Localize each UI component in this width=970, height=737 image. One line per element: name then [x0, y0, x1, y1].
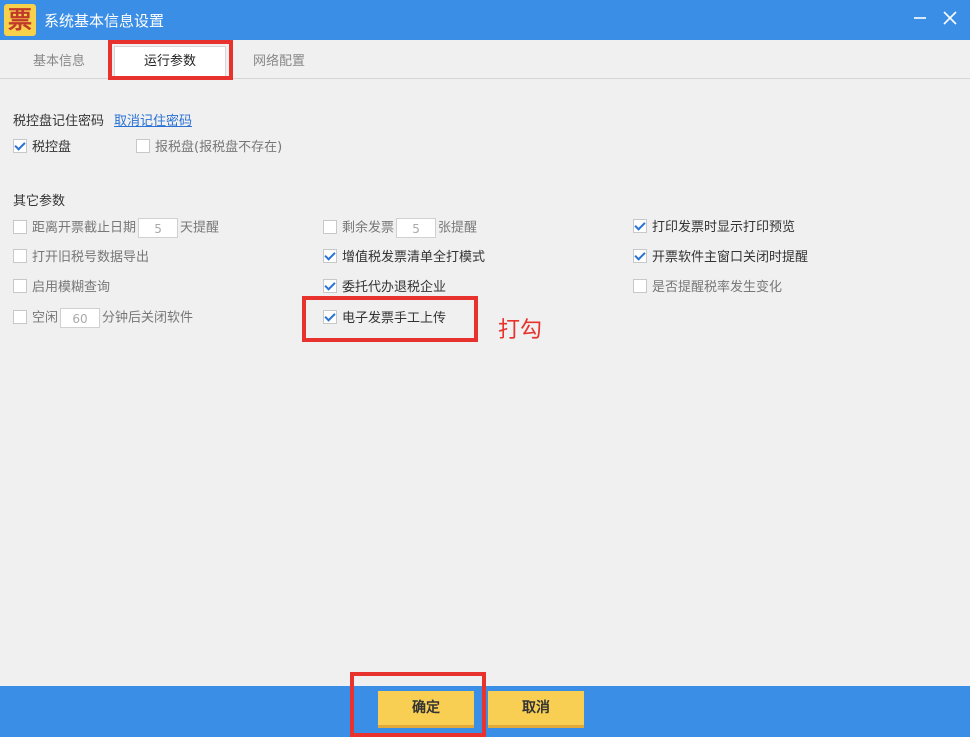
annotation-check-note: 打勾	[498, 318, 543, 343]
checkbox-unchecked[interactable]	[136, 139, 150, 153]
option-tax-control-disk[interactable]: 税控盘	[13, 138, 71, 158]
option-close-reminder[interactable]: 开票软件主窗口关闭时提醒	[633, 248, 808, 268]
option-label: 打印发票时显示打印预览	[652, 220, 796, 235]
checkbox-unchecked[interactable]	[323, 219, 337, 234]
option-einvoice-manual-upload[interactable]: 电子发票手工上传	[323, 309, 446, 329]
option-vat-list-print-all[interactable]: 增值税发票清单全打模式	[323, 248, 485, 268]
minimize-icon[interactable]	[908, 6, 932, 30]
settings-window: 票 系统基本信息设置 基本信息 运行参数 网络配置 税控盘记住密码 取消记住密码…	[0, 0, 970, 737]
checkbox-checked[interactable]	[633, 249, 647, 263]
checkbox-checked[interactable]	[633, 219, 647, 233]
checkbox-unchecked[interactable]	[13, 219, 27, 234]
tab-run-params[interactable]: 运行参数	[114, 46, 226, 78]
option-label-suffix: 分钟后关闭软件	[102, 310, 194, 326]
option-deadline-reminder[interactable]: 距离开票截止日期 5 天提醒	[13, 218, 219, 238]
footer-bar: 确定 取消	[0, 686, 970, 737]
option-tax-rate-change-reminder[interactable]: 是否提醒税率发生变化	[633, 278, 782, 298]
checkbox-checked[interactable]	[13, 139, 27, 153]
option-label: 税控盘	[32, 140, 72, 155]
option-label: 委托代办退税企业	[342, 280, 447, 295]
ok-button[interactable]: 确定	[378, 691, 474, 728]
checkbox-unchecked[interactable]	[13, 249, 27, 263]
option-label: 打开旧税号数据导出	[32, 250, 150, 265]
option-fuzzy-search[interactable]: 启用模糊查询	[13, 278, 110, 298]
idle-minutes-input[interactable]: 60	[60, 308, 101, 328]
checkbox-unchecked[interactable]	[13, 279, 27, 293]
deadline-days-input[interactable]: 5	[138, 218, 179, 238]
password-section-title: 税控盘记住密码	[13, 114, 105, 129]
option-label-suffix: 天提醒	[180, 220, 220, 236]
option-old-tax-export[interactable]: 打开旧税号数据导出	[13, 248, 149, 268]
other-section-title: 其它参数	[13, 194, 66, 209]
option-label: 开票软件主窗口关闭时提醒	[652, 250, 809, 265]
option-label: 空闲	[32, 310, 59, 326]
option-label: 电子发票手工上传	[342, 311, 447, 326]
option-entrusted-refund[interactable]: 委托代办退税企业	[323, 278, 446, 298]
checkbox-unchecked[interactable]	[13, 309, 27, 324]
option-label: 距离开票截止日期	[32, 220, 137, 236]
tab-basic-info[interactable]: 基本信息	[18, 47, 100, 77]
remaining-invoice-input[interactable]: 5	[396, 218, 437, 238]
option-remaining-invoice-reminder[interactable]: 剩余发票 5 张提醒	[323, 218, 477, 238]
checkbox-checked[interactable]	[323, 249, 337, 263]
cancel-button[interactable]: 取消	[488, 691, 584, 728]
tab-network-config[interactable]: 网络配置	[238, 47, 320, 77]
title-bar: 票 系统基本信息设置	[0, 0, 970, 40]
option-print-preview[interactable]: 打印发票时显示打印预览	[633, 218, 795, 238]
option-label: 剩余发票	[342, 220, 395, 236]
close-icon[interactable]	[938, 6, 962, 30]
option-label: 是否提醒税率发生变化	[652, 280, 783, 295]
option-label: 启用模糊查询	[32, 280, 111, 295]
option-label: 增值税发票清单全打模式	[342, 250, 486, 265]
option-label-suffix: 张提醒	[438, 220, 478, 236]
tab-bar: 基本信息 运行参数 网络配置	[0, 40, 970, 79]
window-title: 系统基本信息设置	[44, 12, 165, 30]
option-tax-report-disk[interactable]: 报税盘(报税盘不存在)	[136, 138, 282, 158]
checkbox-checked[interactable]	[323, 310, 337, 324]
checkbox-checked[interactable]	[323, 279, 337, 293]
option-label: 报税盘(报税盘不存在)	[155, 140, 283, 155]
checkbox-unchecked[interactable]	[633, 279, 647, 293]
app-logo-icon: 票	[4, 4, 36, 36]
cancel-remember-password-link[interactable]: 取消记住密码	[114, 110, 192, 129]
option-idle-close[interactable]: 空闲 60 分钟后关闭软件	[13, 308, 193, 328]
